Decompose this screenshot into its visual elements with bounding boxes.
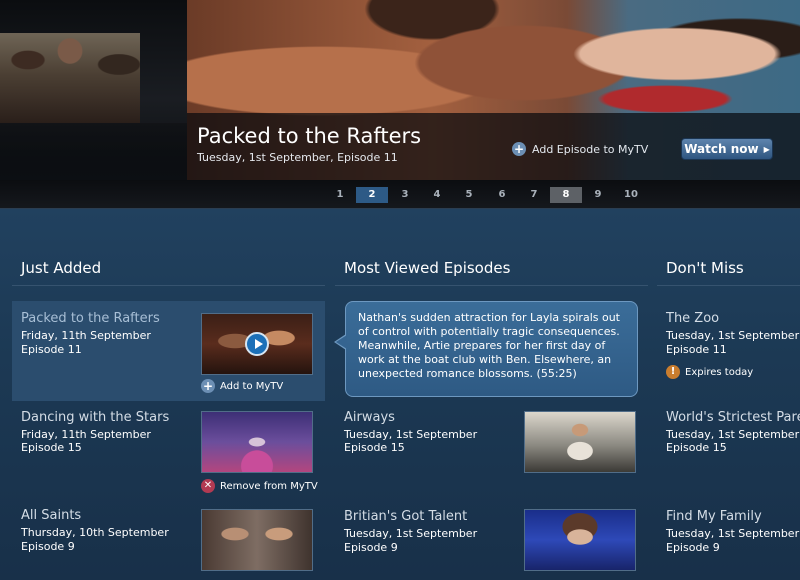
watch-now-label: Watch now bbox=[684, 142, 759, 156]
most-viewed-heading: Most Viewed Episodes bbox=[344, 259, 511, 277]
list-item-title[interactable]: Airways bbox=[344, 410, 395, 425]
page-2[interactable]: 2 bbox=[356, 187, 388, 203]
episode-description-tooltip: Nathan's sudden attraction for Layla spi… bbox=[345, 301, 638, 397]
expires-label: Expires today bbox=[685, 366, 754, 378]
list-item-title[interactable]: World's Strictest Pare bbox=[666, 410, 800, 425]
list-item-date: Thursday, 10th September bbox=[21, 526, 169, 539]
page-6[interactable]: 6 bbox=[486, 187, 518, 203]
plus-circle-icon: + bbox=[512, 142, 526, 156]
list-item-title[interactable]: Packed to the Rafters bbox=[21, 311, 160, 326]
x-circle-icon: ✕ bbox=[201, 479, 215, 493]
add-to-mytv-label: Add to MyTV bbox=[220, 380, 284, 392]
page-9[interactable]: 9 bbox=[582, 187, 614, 203]
watch-now-button[interactable]: Watch now ▶ bbox=[681, 138, 773, 160]
episode-thumbnail[interactable] bbox=[524, 509, 636, 571]
list-item-episode: Episode 9 bbox=[344, 541, 398, 554]
most-viewed-divider bbox=[335, 285, 648, 286]
just-added-divider bbox=[12, 285, 325, 286]
list-item-episode: Episode 15 bbox=[344, 441, 405, 454]
add-to-mytv-link[interactable]: + Add to MyTV bbox=[201, 379, 283, 393]
list-item-date: Tuesday, 1st September bbox=[666, 527, 800, 540]
list-item-date: Tuesday, 1st September bbox=[666, 329, 800, 342]
hero-previous-slide[interactable] bbox=[0, 0, 187, 180]
page-4[interactable]: 4 bbox=[421, 187, 453, 203]
plus-circle-icon: + bbox=[201, 379, 215, 393]
hero-banner bbox=[0, 0, 800, 180]
list-item-title[interactable]: Find My Family bbox=[666, 509, 762, 524]
just-added-heading: Just Added bbox=[21, 259, 102, 277]
list-item-title[interactable]: The Zoo bbox=[666, 311, 719, 326]
exclamation-circle-icon: ! bbox=[666, 365, 680, 379]
page-1[interactable]: 1 bbox=[324, 187, 356, 203]
list-item-date: Tuesday, 1st September bbox=[344, 527, 478, 540]
page-10[interactable]: 10 bbox=[615, 187, 647, 203]
play-icon[interactable] bbox=[245, 332, 269, 356]
list-item-date: Friday, 11th September bbox=[21, 329, 151, 342]
list-item-date: Friday, 11th September bbox=[21, 428, 151, 441]
list-item-date: Tuesday, 1st September bbox=[666, 428, 800, 441]
previous-slide-image[interactable] bbox=[0, 33, 140, 123]
remove-from-mytv-label: Remove from MyTV bbox=[220, 480, 318, 492]
hero-subtitle: Tuesday, 1st September, Episode 11 bbox=[197, 151, 398, 164]
page-7[interactable]: 7 bbox=[518, 187, 550, 203]
add-episode-label: Add Episode to MyTV bbox=[532, 142, 649, 156]
list-item-episode: Episode 11 bbox=[666, 343, 727, 356]
chevron-right-icon: ▶ bbox=[763, 144, 770, 154]
page-5[interactable]: 5 bbox=[453, 187, 485, 203]
list-item-episode: Episode 9 bbox=[666, 541, 720, 554]
remove-from-mytv-link[interactable]: ✕ Remove from MyTV bbox=[201, 479, 318, 493]
list-item-title[interactable]: All Saints bbox=[21, 508, 81, 523]
episode-thumbnail[interactable] bbox=[201, 509, 313, 571]
page-3[interactable]: 3 bbox=[389, 187, 421, 203]
list-item-episode: Episode 15 bbox=[21, 441, 82, 454]
episode-thumbnail[interactable] bbox=[201, 313, 313, 375]
list-item-episode: Episode 11 bbox=[21, 343, 82, 356]
episode-thumbnail[interactable] bbox=[201, 411, 313, 473]
list-item-episode: Episode 15 bbox=[666, 441, 727, 454]
hero-title[interactable]: Packed to the Rafters bbox=[197, 124, 421, 148]
add-episode-to-mytv-link[interactable]: + Add Episode to MyTV bbox=[512, 142, 648, 156]
dont-miss-heading: Don't Miss bbox=[666, 259, 744, 277]
list-item-date: Tuesday, 1st September bbox=[344, 428, 478, 441]
list-item-title[interactable]: Dancing with the Stars bbox=[21, 410, 169, 425]
dont-miss-divider bbox=[657, 285, 800, 286]
page-8[interactable]: 8 bbox=[550, 187, 582, 203]
list-item-title[interactable]: Britian's Got Talent bbox=[344, 509, 467, 524]
expires-badge: ! Expires today bbox=[666, 365, 753, 379]
list-item-episode: Episode 9 bbox=[21, 540, 75, 553]
episode-thumbnail[interactable] bbox=[524, 411, 636, 473]
